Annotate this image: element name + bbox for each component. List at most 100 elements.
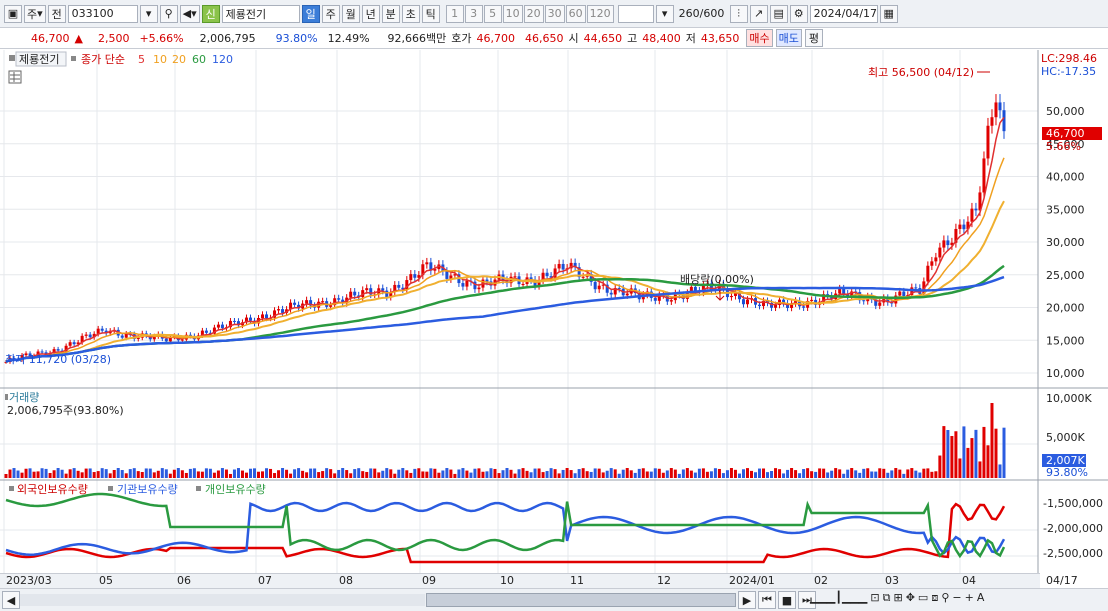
candle-body [914, 287, 918, 289]
volume-bar [269, 468, 273, 478]
x-label: 03 [885, 574, 899, 587]
zoom-in-icon[interactable]: + [965, 591, 974, 605]
scroll-track[interactable] [20, 594, 425, 606]
candle-body [802, 306, 806, 308]
tile-icon[interactable]: ⊞ [893, 591, 902, 605]
scroll-thumb[interactable] [426, 593, 736, 607]
price-tick: 25,000 [1046, 269, 1085, 282]
zoom-slider-icon[interactable]: ▁▁▁┃▁▁▁ [810, 591, 867, 605]
legend-marker [9, 55, 15, 61]
volume-bar [653, 468, 657, 478]
period-tab-1[interactable]: 주 [321, 4, 340, 23]
restore-icon[interactable]: ⧈ [931, 591, 938, 605]
volume-bar [341, 468, 345, 478]
change-rate: +5.66% [139, 31, 184, 45]
period-tab-4[interactable]: 분 [381, 4, 400, 23]
hc-label: HC:-17.35 [1041, 65, 1096, 78]
count-field[interactable]: 260/600 [676, 5, 728, 23]
volume-bar [665, 470, 669, 478]
speaker-icon[interactable]: ◀▾ [179, 4, 200, 23]
buy-button[interactable]: 매수 [746, 29, 773, 47]
x-label: 2024/01 [729, 574, 775, 587]
interval-tab-30[interactable]: 30 [544, 4, 565, 23]
volume-bar [56, 468, 60, 478]
interval-tab-5[interactable]: 5 [483, 4, 502, 23]
scroll-bar[interactable]: ◀ ▶ ⏮ ■ ⏭ ▁▁▁┃▁▁▁ ⊡ ⧉ ⊞ ✥ ▭ ⧈ ⚲ − + A [0, 588, 1108, 611]
volume-bar [545, 471, 549, 478]
zoom-out-icon[interactable]: − [952, 591, 961, 605]
volume-legend-marker [5, 394, 8, 400]
interval-tab-60[interactable]: 60 [565, 4, 586, 23]
interval-dropdown-icon[interactable]: ▾ [655, 4, 674, 23]
interval-custom-input[interactable] [617, 4, 654, 23]
volume-bar [313, 468, 317, 478]
period-tab-0[interactable]: 일 [301, 4, 320, 23]
volume-bar [661, 472, 665, 478]
candle-body [381, 288, 385, 291]
interval-tabs: 1 3 5 10 20 30 60 120 [445, 4, 614, 23]
stock-code-input[interactable]: 033100 [67, 4, 138, 23]
high-price: 48,400 [642, 31, 681, 45]
period-tab-6[interactable]: 틱 [421, 4, 440, 23]
candle-body [669, 300, 673, 302]
sell-button[interactable]: 매도 [775, 29, 802, 47]
gear-icon[interactable]: ⚙ [789, 4, 808, 23]
candle-body [261, 314, 265, 318]
volume-bar [581, 468, 585, 478]
layout-icon[interactable]: ▣ [4, 4, 22, 23]
candle-type-icon[interactable]: ⫶ [729, 4, 748, 23]
volume-bar [798, 473, 802, 478]
interval-tab-120[interactable]: 120 [586, 4, 614, 23]
interval-tab-10[interactable]: 10 [502, 4, 523, 23]
stock-chart[interactable]: 제룡전기 종가 단순 5 10 20 60 120 최고 56,500 (04/… [0, 50, 1108, 573]
volume-bar [826, 472, 830, 478]
volume-bar [802, 469, 806, 478]
volume-bar [345, 470, 349, 478]
market-select[interactable]: 주 ▾ [24, 4, 46, 23]
volume-bar [389, 469, 393, 478]
price-tick: 40,000 [1046, 171, 1085, 184]
volume-tick-5000k: 5,000K [1046, 431, 1085, 444]
save-icon[interactable]: ▤ [769, 4, 788, 23]
scroll-left-icon[interactable]: ◀ [2, 591, 20, 609]
magnify-icon[interactable]: ⚲ [941, 591, 949, 605]
volume-bar [417, 468, 421, 478]
price-tick: 20,000 [1046, 302, 1085, 315]
window-icon[interactable]: ⧉ [883, 591, 891, 605]
stock-name-field[interactable]: 제룡전기 [221, 4, 300, 23]
interval-tab-20[interactable]: 20 [523, 4, 544, 23]
volume-bar [697, 468, 701, 478]
count-value: 260 [678, 7, 700, 20]
fit-icon[interactable]: ⊡ [870, 591, 879, 605]
move-icon[interactable]: ✥ [906, 591, 915, 605]
volume-bar [261, 471, 265, 478]
x-label: 08 [339, 574, 353, 587]
calendar-icon[interactable]: ▦ [879, 4, 898, 23]
search-icon[interactable]: ⚲ [159, 4, 178, 23]
code-dropdown-icon[interactable]: ▾ [139, 4, 158, 23]
period-tab-3[interactable]: 년 [361, 4, 380, 23]
table-toggle-icon[interactable] [8, 70, 22, 84]
interval-tab-1[interactable]: 1 [445, 4, 464, 23]
volume-bar [52, 470, 56, 478]
volume-bar [140, 472, 144, 478]
rewind-icon[interactable]: ⏮ [758, 591, 776, 609]
period-tab-5[interactable]: 초 [401, 4, 420, 23]
volume-bar [449, 469, 453, 478]
period-tabs: 일주월년분초틱 [301, 4, 440, 23]
average-button[interactable]: 평 [804, 29, 823, 47]
volume-bar [609, 468, 613, 478]
volume-bar [413, 468, 417, 478]
period-tab-2[interactable]: 월 [341, 4, 360, 23]
volume-bar [188, 468, 192, 478]
draw-tool-icon[interactable]: ↗ [749, 4, 768, 23]
date-field[interactable]: 2024/04/17 [809, 4, 878, 23]
interval-tab-3[interactable]: 3 [464, 4, 483, 23]
font-size-icon[interactable]: A [977, 591, 985, 605]
stop-icon[interactable]: ■ [778, 591, 796, 609]
volume-bar [685, 468, 689, 478]
minimize-icon[interactable]: ▭ [918, 591, 928, 605]
volume-bar [858, 472, 862, 478]
play-next-icon[interactable]: ▶ [738, 591, 756, 609]
prev-button[interactable]: 전 [47, 4, 66, 23]
